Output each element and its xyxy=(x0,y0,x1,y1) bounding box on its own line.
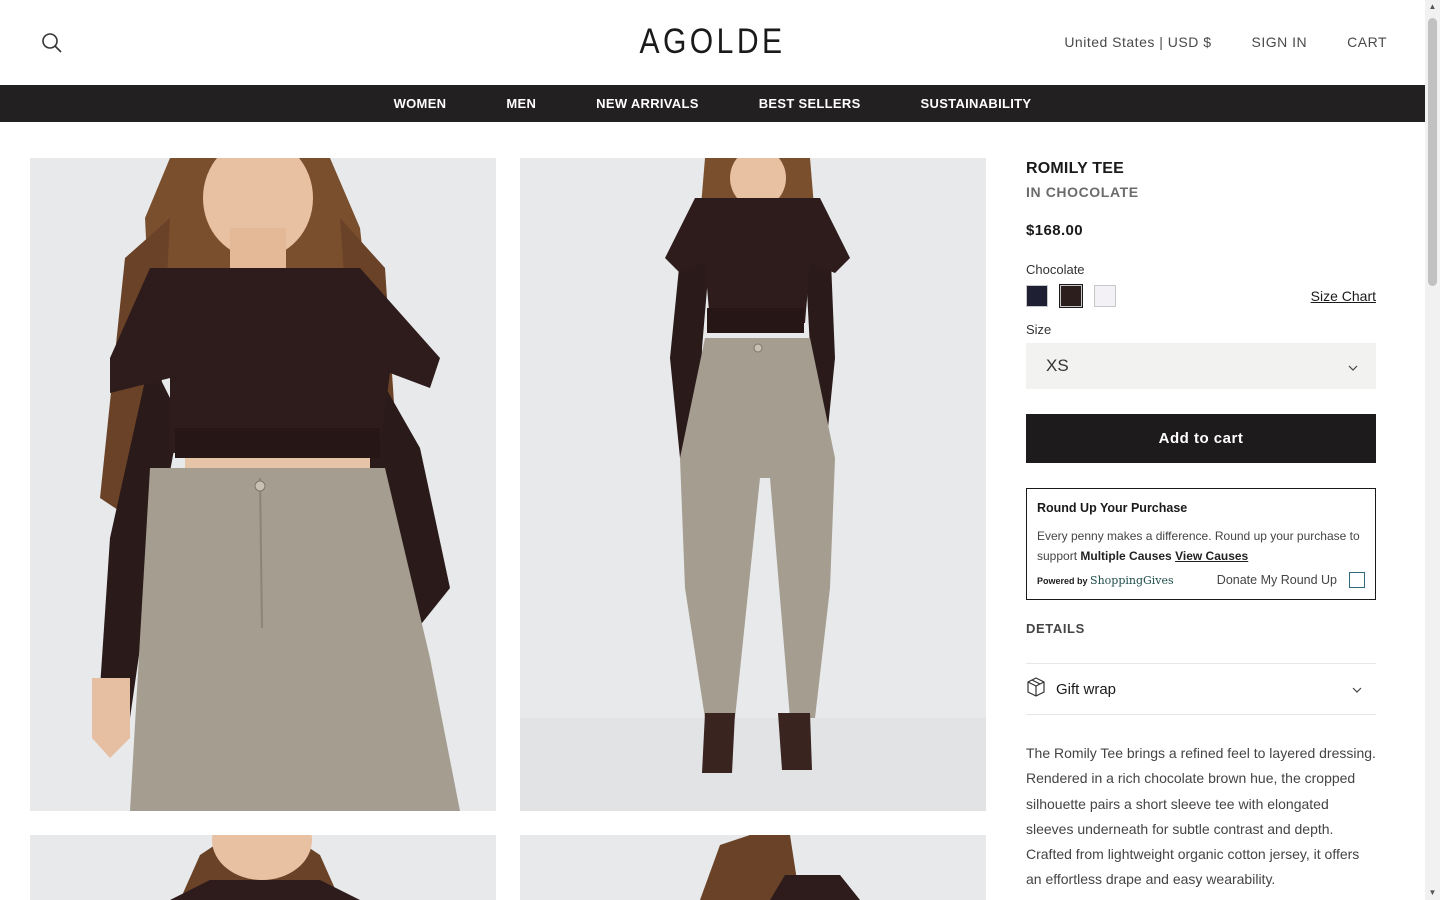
region-selector[interactable]: United States | USD $ xyxy=(1064,34,1211,50)
roundup-title: Round Up Your Purchase xyxy=(1037,501,1188,515)
color-label: Chocolate xyxy=(1026,262,1085,277)
roundup-box: Round Up Your Purchase Every penny makes… xyxy=(1026,488,1376,600)
product-image-front-closeup[interactable] xyxy=(30,158,496,811)
nav-best-sellers[interactable]: BEST SELLERS xyxy=(759,96,861,111)
product-description: The Romily Tee brings a refined feel to … xyxy=(1026,745,1376,888)
cart-link[interactable]: CART xyxy=(1347,34,1387,50)
size-value: XS xyxy=(1046,356,1069,375)
swatch-white[interactable] xyxy=(1094,285,1116,307)
page-scrollbar[interactable]: ▲ ▼ xyxy=(1425,0,1440,900)
nav-men[interactable]: MEN xyxy=(506,96,536,111)
product-image-3[interactable] xyxy=(30,835,496,900)
roundup-text: Every penny makes a difference. Round up… xyxy=(1037,529,1360,563)
view-causes-link[interactable]: View Causes xyxy=(1175,549,1248,563)
powered-by: Powered by ShoppingGives xyxy=(1037,573,1174,587)
color-swatches: Size Chart xyxy=(1026,284,1376,309)
donate-checkbox[interactable] xyxy=(1349,572,1365,588)
product-image-4[interactable] xyxy=(520,835,986,900)
size-label: Size xyxy=(1026,322,1052,337)
nav-sustainability[interactable]: SUSTAINABILITY xyxy=(921,96,1032,111)
add-to-cart-button[interactable]: Add to cart xyxy=(1026,414,1376,463)
size-chart-link[interactable]: Size Chart xyxy=(1311,288,1376,304)
swatch-navy[interactable] xyxy=(1026,285,1048,307)
roundup-causes: Multiple Causes xyxy=(1080,549,1172,563)
nav-women[interactable]: WOMEN xyxy=(394,96,447,111)
swatch-chocolate[interactable] xyxy=(1059,284,1083,308)
scroll-up-icon[interactable]: ▲ xyxy=(1428,2,1437,12)
product-color-subtitle: IN CHOCOLATE xyxy=(1026,184,1139,200)
details-heading[interactable]: DETAILS xyxy=(1026,621,1376,636)
shoppinggives-logo: ShoppingGives xyxy=(1090,573,1174,587)
scroll-thumb[interactable] xyxy=(1428,18,1437,286)
gift-wrap-accordion[interactable]: Gift wrap xyxy=(1026,663,1376,715)
gift-wrap-label: Gift wrap xyxy=(1056,680,1117,698)
product-info: ROMILY TEE IN CHOCOLATE $168.00 Chocolat… xyxy=(1026,158,1376,893)
scroll-down-icon[interactable]: ▼ xyxy=(1428,888,1437,898)
search-icon[interactable] xyxy=(40,31,64,55)
donate-label: Donate My Round Up xyxy=(1216,573,1337,587)
product-price: $168.00 xyxy=(1026,222,1084,239)
sign-in-link[interactable]: SIGN IN xyxy=(1252,34,1308,50)
product-image-front-full[interactable] xyxy=(520,158,986,811)
size-select[interactable]: XS xyxy=(1026,343,1376,389)
box-icon xyxy=(1026,677,1046,701)
site-header: AGOLDE United States | USD $ SIGN IN CAR… xyxy=(0,0,1425,85)
chevron-down-icon xyxy=(1352,680,1362,698)
main-nav: WOMEN MEN NEW ARRIVALS BEST SELLERS SUST… xyxy=(0,85,1425,122)
product-title: ROMILY TEE xyxy=(1026,160,1125,177)
chevron-down-icon xyxy=(1348,356,1358,376)
nav-new-arrivals[interactable]: NEW ARRIVALS xyxy=(596,96,699,111)
